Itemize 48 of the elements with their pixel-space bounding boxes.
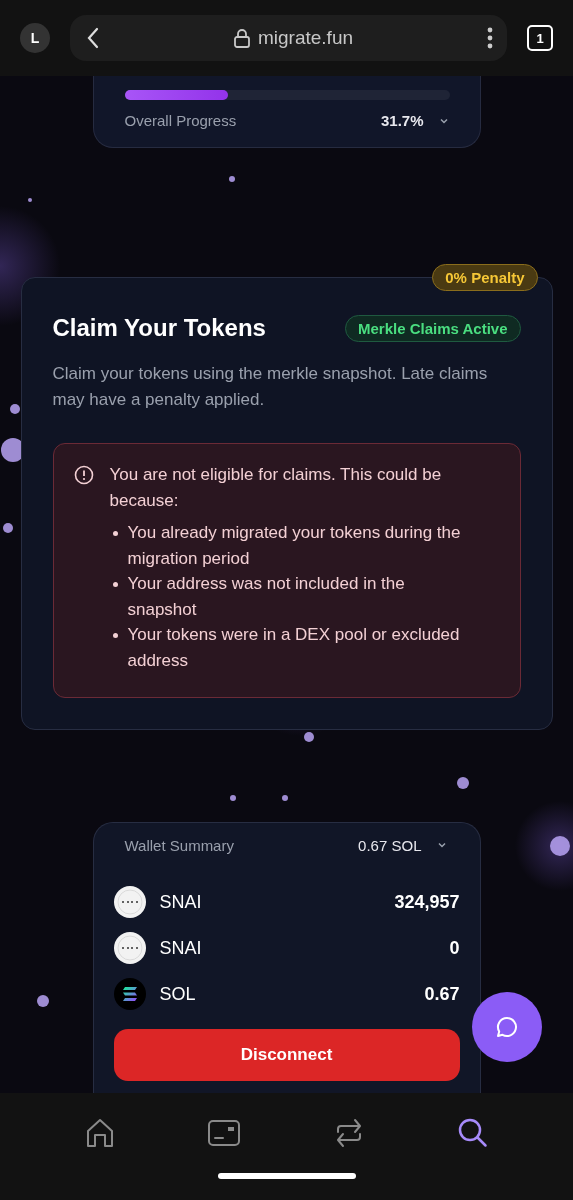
- claim-description: Claim your tokens using the merkle snapshot. Late claims may have a penalty applied.: [52, 363, 489, 411]
- token-name: SNAI: [159, 937, 202, 959]
- penalty-badge: 0% Penalty: [432, 264, 538, 291]
- url-text: migrate.fun: [257, 27, 353, 49]
- address-bar[interactable]: migrate.fun: [70, 15, 507, 61]
- bullet-icon: [112, 582, 118, 587]
- swap-arrows-icon: [335, 1118, 362, 1148]
- profile-avatar[interactable]: L: [20, 23, 50, 53]
- token-name: SOL: [159, 983, 196, 1005]
- info-icon: [73, 465, 94, 485]
- chat-bubble-icon: [495, 1015, 519, 1039]
- glow-dot: [28, 198, 32, 202]
- glow-dot: [37, 995, 49, 1007]
- home-icon: [86, 1118, 115, 1148]
- bullet-icon: [112, 531, 118, 536]
- status-badge: Merkle Claims Active: [344, 314, 521, 342]
- progress-value: 31.7%: [380, 112, 424, 129]
- search-icon: [457, 1118, 488, 1148]
- progress-label: Overall Progress: [124, 112, 237, 129]
- glow-dot: [457, 777, 469, 789]
- token-logo-icon: [113, 886, 146, 918]
- alert-message: You are not eligible for claims. This could be because:: [109, 464, 443, 512]
- lock-icon: [233, 28, 250, 48]
- glow-dot: [550, 836, 570, 856]
- glow-dot: [304, 732, 314, 742]
- glow-dot: [10, 404, 20, 414]
- token-amount: 0.67: [424, 983, 460, 1005]
- token-amount: 0: [449, 937, 460, 959]
- reason-text: Your tokens were in a DEX pool or excluded address: [127, 624, 461, 672]
- glow-dot: [3, 523, 13, 533]
- glow-dot: [282, 795, 288, 801]
- glow-dot: [229, 176, 235, 182]
- token-amount: 324,957: [394, 891, 460, 913]
- glow-dot: [230, 795, 236, 801]
- wallet-title: Wallet Summary: [124, 836, 234, 854]
- wallet-balance: 0.67 SOL: [358, 836, 422, 854]
- reason-text: Your address was not included in the snapshot: [127, 573, 406, 621]
- tab-count[interactable]: 1: [527, 25, 553, 51]
- bullet-icon: [112, 633, 118, 638]
- reason-text: You already migrated your tokens during the migration period: [127, 522, 462, 570]
- token-name: SNAI: [159, 891, 202, 913]
- card-icon: [208, 1120, 241, 1146]
- disconnect-button[interactable]: Disconnect: [113, 1029, 460, 1081]
- back-icon[interactable]: [86, 27, 100, 49]
- solana-logo-icon: [113, 978, 146, 1010]
- token-logo-icon: [113, 932, 146, 964]
- claim-title: Claim Your Tokens: [52, 314, 266, 342]
- more-menu-icon[interactable]: [487, 27, 493, 49]
